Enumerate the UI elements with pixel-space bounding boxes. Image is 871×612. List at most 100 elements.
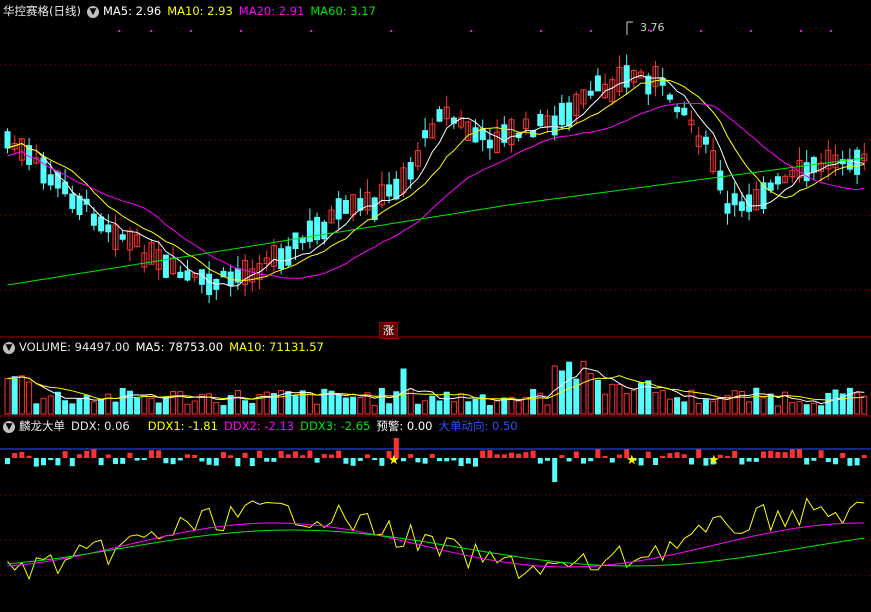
ddx-bar <box>372 458 378 461</box>
ddx-bar <box>487 450 493 458</box>
ma5-line <box>7 74 865 287</box>
candle-body <box>666 94 673 100</box>
marker-dot <box>700 30 702 32</box>
candle-body <box>342 200 349 214</box>
ddx-bar <box>329 454 334 458</box>
volume-bar <box>62 400 69 415</box>
candle-body <box>551 115 558 136</box>
star-icon: ★ <box>626 453 638 468</box>
ddx-bar <box>199 458 205 462</box>
candle-body <box>407 162 414 180</box>
volume-bar <box>47 395 54 415</box>
marker-dot <box>240 30 242 32</box>
ddx-bar <box>213 458 219 466</box>
volume-bar <box>710 400 717 415</box>
volume-bar <box>789 402 796 415</box>
candle-body <box>558 102 565 126</box>
ddx-bar <box>221 452 226 458</box>
marker-dot <box>310 30 312 32</box>
volume-bar <box>422 400 429 415</box>
ddx-bar <box>725 455 730 458</box>
ddx-bar <box>271 458 277 462</box>
ddx-bar <box>501 454 507 458</box>
volume-bar <box>573 378 580 415</box>
ddx-readout: DDX: 0.06 <box>71 419 130 433</box>
volume-bar <box>832 389 839 415</box>
ddx-bar <box>163 458 169 464</box>
volume-bar <box>616 384 623 415</box>
ddx-bar <box>789 449 795 458</box>
ddx-bar <box>293 451 298 458</box>
volume-bar <box>98 399 105 415</box>
ddx-bar <box>775 451 781 458</box>
volume-bar <box>306 392 313 415</box>
ddx-bar <box>91 449 97 458</box>
volume-bar <box>314 403 321 415</box>
volume-bar <box>285 391 292 415</box>
ddx-bar <box>818 450 824 458</box>
ddx-bar <box>415 458 421 463</box>
ddx-bar <box>696 449 702 458</box>
ddx-bar <box>581 458 586 464</box>
volume-bar <box>674 397 681 415</box>
marker-dot <box>390 30 392 32</box>
candle-body <box>292 232 299 250</box>
volume-bar <box>645 380 652 415</box>
arrow-down-icon[interactable]: ▼ <box>86 5 99 18</box>
ddx-bar <box>689 458 694 465</box>
ddx-bar <box>782 452 788 458</box>
candle-body <box>717 170 724 191</box>
ddx-bar <box>192 454 198 458</box>
candle-body <box>393 178 400 200</box>
stock-title[interactable]: 华控赛格(日线) <box>3 4 81 18</box>
marker-dot <box>118 30 120 32</box>
ddx-header: ▼ 麟龙大单 DDX: 0.06 DDX1: -1.81 DDX2: -2.13 DDX3… <box>3 418 524 434</box>
ddx-bar <box>768 450 774 458</box>
star-icon: ★ <box>708 453 720 468</box>
candle-body <box>285 246 292 266</box>
candle-body <box>177 271 184 278</box>
marker-dot <box>750 30 752 32</box>
ddx-bar <box>41 458 46 466</box>
ddx-bar <box>854 458 860 466</box>
candle-body <box>278 248 285 270</box>
indicator-name[interactable]: 麟龙大单 <box>19 419 65 433</box>
ddx-bar <box>55 458 61 466</box>
candle-body <box>306 220 313 242</box>
candle-body <box>486 139 493 149</box>
ddx-bar <box>12 453 18 458</box>
volume-bar <box>652 391 659 415</box>
volume-bar <box>328 390 335 415</box>
candle-body <box>645 75 652 95</box>
ddx-bar <box>545 458 550 461</box>
ddx-bar <box>33 458 39 467</box>
volume-bar <box>767 393 774 415</box>
ddx-bar <box>300 455 306 458</box>
ddx-bar <box>645 451 651 458</box>
volume-readout: VOLUME: 94497.00 <box>19 340 130 354</box>
ddx-bar <box>357 458 363 461</box>
volume-bar <box>155 402 162 415</box>
volume-bar <box>263 391 270 415</box>
candle-body <box>724 203 731 214</box>
ddx-bar <box>401 458 406 462</box>
ddx-bar <box>537 458 543 464</box>
arrow-down-icon[interactable]: ▼ <box>3 420 15 433</box>
candle-body <box>47 174 54 186</box>
candle-body <box>335 198 342 220</box>
volume-bar <box>249 402 256 415</box>
marker-dot <box>190 30 192 32</box>
volume-bar <box>350 396 357 415</box>
candle-body <box>767 182 774 191</box>
candle-body <box>4 131 11 149</box>
volume-bar <box>342 397 349 415</box>
ddx1-line <box>7 497 865 581</box>
candle-body <box>623 65 630 88</box>
candle-body <box>587 90 594 96</box>
volume-bar <box>148 397 155 415</box>
arrow-down-icon[interactable]: ▼ <box>3 341 15 354</box>
candle-body <box>738 201 745 211</box>
volume-bar <box>609 383 616 415</box>
volume-bar <box>371 404 378 415</box>
ddx-bar <box>473 458 478 467</box>
